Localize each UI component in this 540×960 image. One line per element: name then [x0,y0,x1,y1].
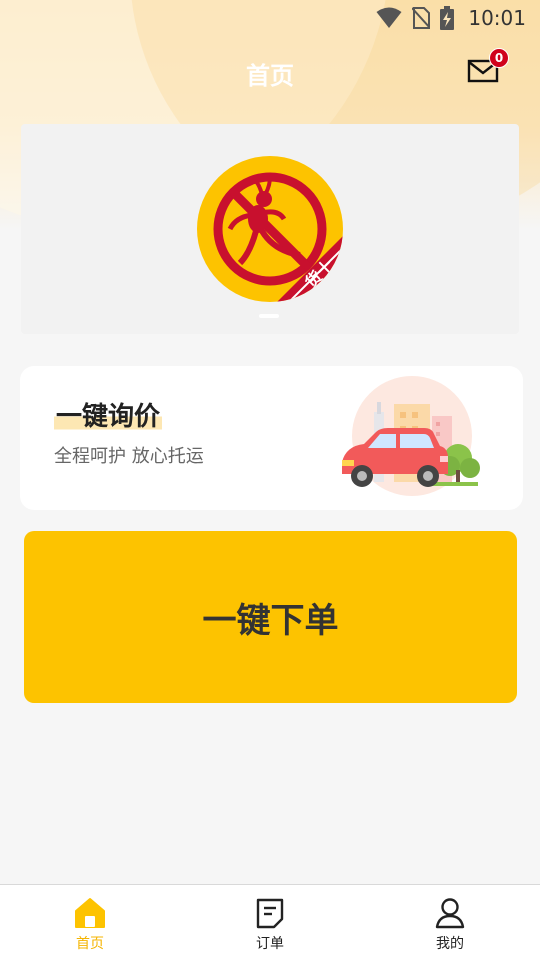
banner-carousel[interactable]: 货十 [21,124,519,334]
quick-inquiry-card[interactable]: 一键询价 全程呵护 放心托运 [20,366,523,510]
car-city-illustration [320,374,480,504]
battery-charging-icon [440,6,455,30]
tab-home[interactable]: 首页 [0,885,180,960]
card-title: 一键询价 [54,396,163,433]
no-sim-icon [412,7,431,29]
bottom-tab-bar: 首页 订单 我的 [0,884,540,960]
quick-order-button[interactable]: 一键下单 [24,531,517,703]
page-title: 首页 [246,62,294,90]
carousel-indicator [259,314,279,318]
status-bar: 10:01 [0,0,540,36]
tab-orders-label: 订单 [256,936,284,952]
card-subtitle: 全程呵护 放心托运 [54,446,204,467]
tab-orders[interactable]: 订单 [180,885,360,960]
profile-icon [433,896,467,930]
order-icon [253,896,287,930]
wifi-icon [376,7,402,29]
tab-profile-label: 我的 [436,936,464,952]
tab-home-label: 首页 [76,936,104,952]
ant-logo-icon: 货十 [196,155,344,303]
tab-profile[interactable]: 我的 [360,885,540,960]
status-time: 10:01 [468,6,526,30]
unread-badge: 0 [489,48,509,68]
home-icon [73,896,107,930]
